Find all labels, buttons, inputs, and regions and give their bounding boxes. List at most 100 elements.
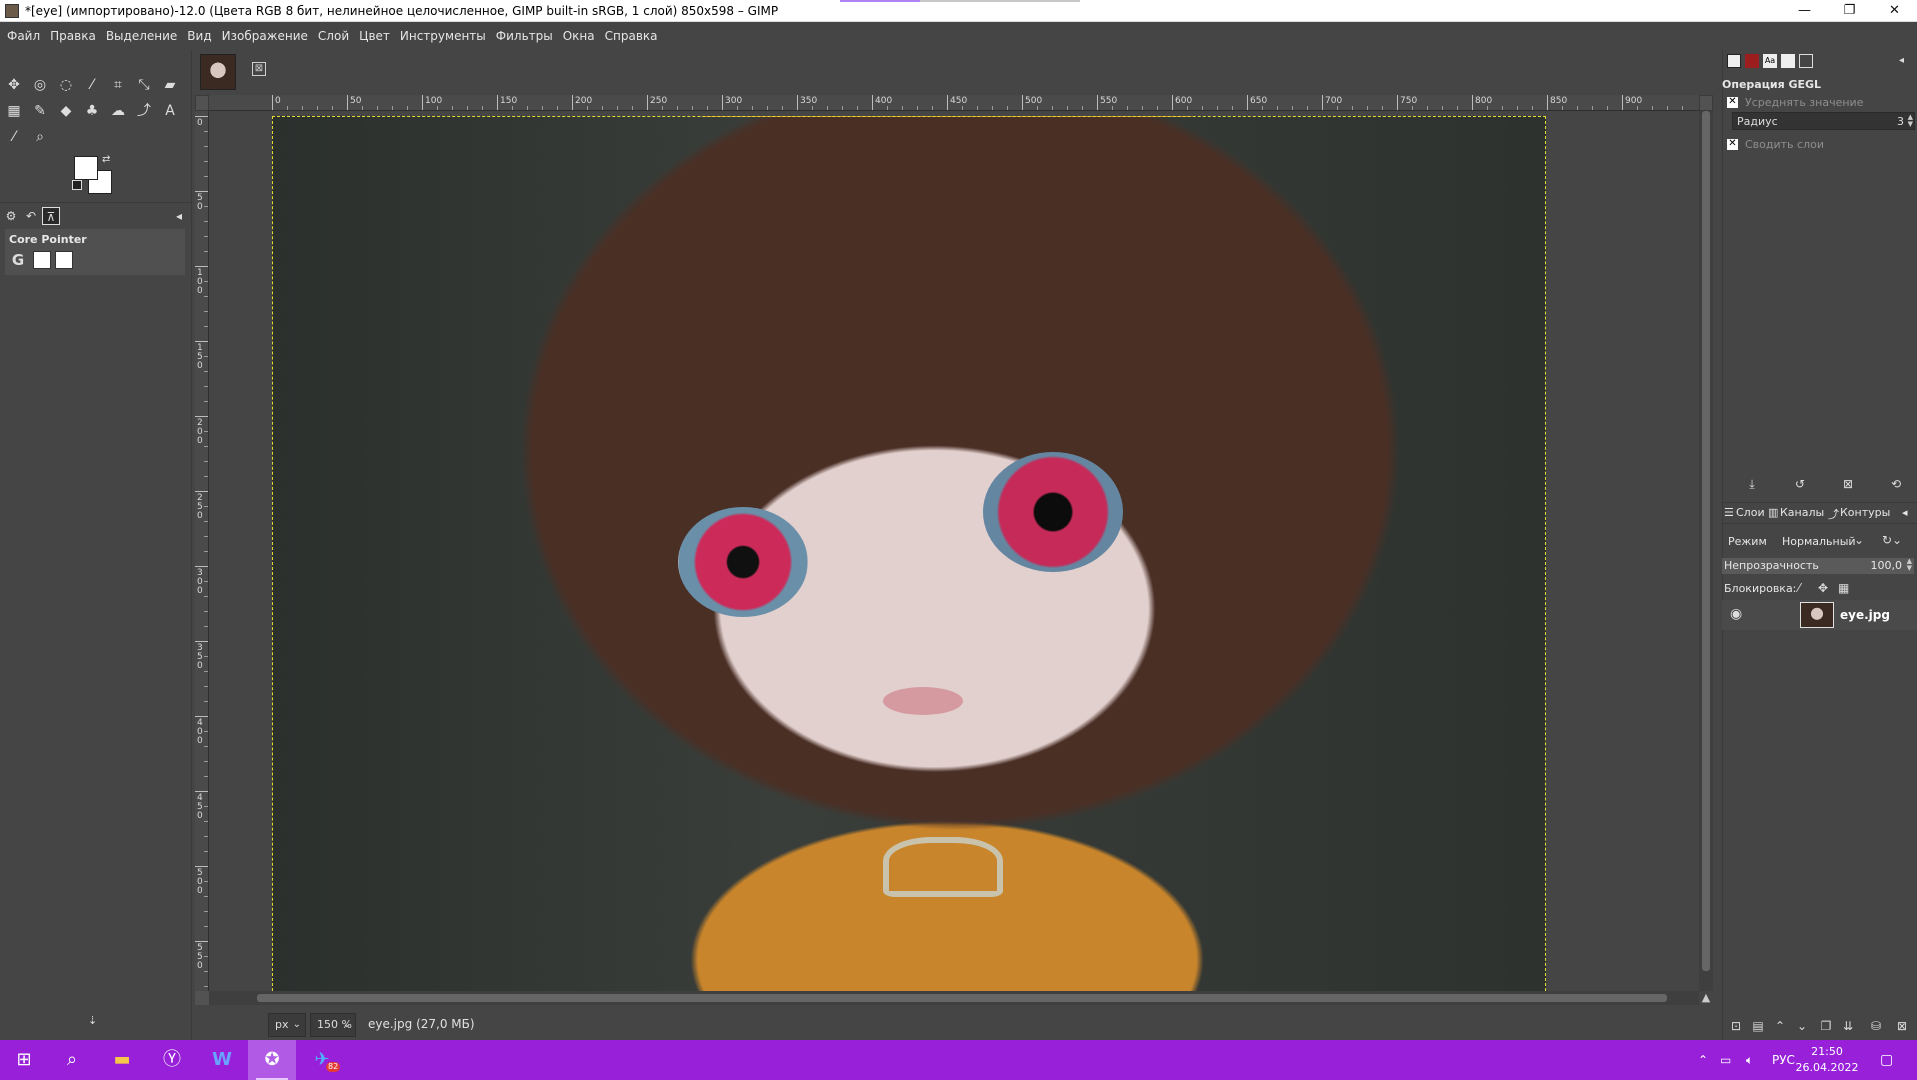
maximize-button[interactable]: ❐ [1827,0,1872,22]
mode-reset-icon[interactable]: ↻⌄ [1882,533,1902,547]
notifications-icon[interactable]: ▢ [1880,1040,1893,1080]
navigate-icon[interactable]: ▲ [1699,991,1713,1005]
eye-icon[interactable]: ◉ [1730,606,1742,622]
new-layer-icon[interactable]: ⊡ [1728,1018,1744,1034]
menu-tools[interactable]: Инструменты [395,29,491,43]
minimize-button[interactable]: — [1782,0,1827,22]
crop-tool-icon[interactable]: ⌗ [107,74,129,96]
gegl-tab-icon[interactable] [1799,54,1813,68]
menu-select[interactable]: Выделение [101,29,182,43]
spin-arrows-icon[interactable]: ▲ ▼ [1908,114,1913,128]
vertical-scrollbar[interactable] [1699,111,1713,991]
delete-icon[interactable]: ⊠ [1840,476,1856,492]
lock-alpha-icon[interactable]: ▦ [1838,581,1849,595]
reset-colors-icon[interactable] [72,180,82,190]
average-checkbox[interactable]: ✕ [1727,96,1738,108]
gradient-tool-icon[interactable]: ▦ [3,100,25,122]
duplicate-layer-icon[interactable]: ❐ [1818,1018,1834,1034]
merge-checkbox-row[interactable]: ✕ Сводить слои [1727,136,1824,152]
toolbox-resize-icon[interactable]: ⇣ [88,1014,97,1027]
clock[interactable]: 21:50 26.04.2022 [1795,1044,1859,1076]
text-tool-icon[interactable]: A [159,100,181,122]
eraser-tool-icon[interactable]: ◆ [55,100,77,122]
horizontal-scroll-thumb[interactable] [257,994,1667,1002]
layer-name[interactable]: eye.jpg [1840,608,1890,622]
tray-overflow-icon[interactable]: ⌃ [1698,1040,1708,1080]
save-preset-icon[interactable]: ⤓ [1744,476,1760,492]
zoom-fit-corner[interactable] [1699,95,1713,111]
merge-layer-icon[interactable]: ⇊ [1840,1018,1856,1034]
menu-help[interactable]: Справка [600,29,663,43]
average-checkbox-row[interactable]: ✕ Усреднять значение [1727,94,1863,110]
dock-configure-icon[interactable]: ◂ [1899,54,1913,68]
move-tool-icon[interactable]: ✥ [3,74,25,96]
paths-tool-icon[interactable]: ⤴ [133,100,155,122]
layer-mask-icon[interactable]: ⛁ [1868,1018,1884,1034]
menu-layer[interactable]: Слой [313,29,354,43]
merge-checkbox[interactable]: ✕ [1727,138,1738,150]
lower-layer-icon[interactable]: ⌄ [1794,1018,1810,1034]
opacity-slider[interactable]: Непрозрачность 100,0 ▲ ▼ [1722,558,1914,574]
horizontal-ruler[interactable]: 0 50 100 150 200 250 300 350 400 450 500 550 600 650 7… [209,95,1699,111]
tab-paths-icon[interactable]: ⤴ [1828,506,1839,522]
quick-mask-toggle[interactable] [195,991,209,1005]
spin-arrows-icon[interactable]: ▲ ▼ [1907,558,1912,572]
tab-layers[interactable]: Слои [1736,506,1765,519]
menu-image[interactable]: Изображение [217,29,313,43]
unit-select[interactable]: px ⌄ [268,1013,306,1037]
fuzzy-select-tool-icon[interactable]: ⁄ [81,74,103,96]
foreground-color-swatch[interactable] [74,156,98,180]
lasso-tool-icon[interactable]: ◌ [55,74,77,96]
canvas-image[interactable] [272,116,1546,991]
ellipse-select-tool-icon[interactable]: ◎ [29,74,51,96]
brushes-tab-icon[interactable] [1727,54,1741,68]
new-layer-group-icon[interactable]: ▤ [1750,1018,1766,1034]
language-indicator[interactable]: РУС [1772,1040,1795,1080]
search-icon[interactable]: ⌕ [48,1040,96,1080]
fonts-tab-icon[interactable]: Aa [1763,54,1777,68]
gimp-taskbar-icon[interactable]: ✪ [248,1040,296,1080]
tab-layers-icon[interactable]: ☰ [1724,506,1734,519]
menu-view[interactable]: Вид [182,29,216,43]
windows-start-icon[interactable]: ⊞ [0,1040,48,1080]
configure-tab-icon[interactable]: ◂ [170,207,188,225]
warp-tool-icon[interactable]: ▰ [159,74,181,96]
layers-configure-icon[interactable]: ◂ [1902,506,1908,519]
vertical-scroll-thumb[interactable] [1702,111,1710,971]
lock-pixels-icon[interactable]: ⁄ [1798,581,1800,595]
vertical-ruler[interactable]: 050100150200250300350400450500550600 [195,111,209,991]
zoom-tool-icon[interactable]: ⌕ [29,126,51,148]
menu-filters[interactable]: Фильтры [491,29,558,43]
color-picker-tool-icon[interactable]: ⁄ [3,126,25,148]
paintbrush-tool-icon[interactable]: ✎ [29,100,51,122]
volume-icon[interactable]: 🔈︎ [1746,1040,1753,1080]
menu-color[interactable]: Цвет [354,29,395,43]
reset-icon[interactable]: ⟲ [1888,476,1904,492]
swap-colors-icon[interactable]: ⇄ [102,154,110,165]
menu-windows[interactable]: Окна [558,29,600,43]
radius-spinner[interactable]: Радиус 3 ▲ ▼ [1732,112,1915,130]
chevron-down-icon[interactable]: ⌄ [1854,533,1864,547]
mode-select[interactable]: Нормальный [1782,535,1856,548]
menu-edit[interactable]: Правка [45,29,101,43]
yandex-browser-icon[interactable]: Ⓨ [148,1040,196,1080]
horizontal-scrollbar[interactable] [209,991,1699,1005]
image-tab-thumbnail[interactable] [200,54,236,90]
menu-file[interactable]: Файл [2,29,45,43]
layer-item[interactable]: ◉ eye.jpg [1722,600,1917,630]
tab-channels-icon[interactable]: ▥ [1768,506,1778,519]
file-explorer-icon[interactable]: ▬ [98,1040,146,1080]
patterns-tab-icon[interactable] [1745,54,1759,68]
tool-options-tab-icon[interactable]: ⚙ [2,207,20,225]
tab-channels[interactable]: Каналы [1780,506,1824,519]
restore-icon[interactable]: ↺ [1792,476,1808,492]
word-icon[interactable]: W [198,1040,246,1080]
smudge-tool-icon[interactable]: ☁ [107,100,129,122]
tab-paths[interactable]: Контуры [1840,506,1890,519]
transform-tool-icon[interactable]: ⤡ [133,74,155,96]
clone-tool-icon[interactable]: ♣ [81,100,103,122]
telegram-icon[interactable]: ✈ 82 [298,1040,346,1080]
raise-layer-icon[interactable]: ⌃ [1772,1018,1788,1034]
delete-layer-icon[interactable]: ⊠ [1894,1018,1910,1034]
undo-history-tab-icon[interactable]: ↶ [22,207,40,225]
